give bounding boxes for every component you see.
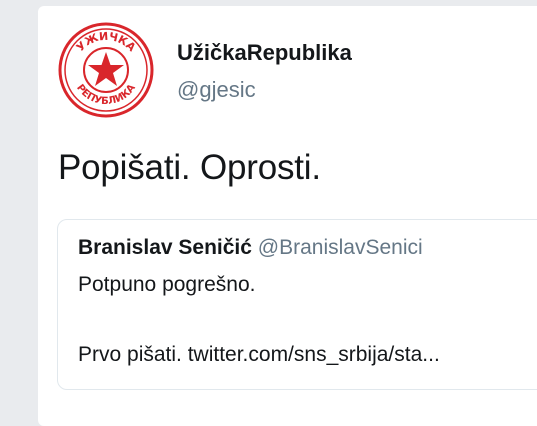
quoted-tweet-text-line2: Prvo pišati. twitter.com/sns_srbija/sta.… — [78, 343, 440, 366]
red-star-seal-icon: УЖИЧКА РЕПУБЛИКА — [58, 22, 154, 118]
tweet-text: Popišati. Oprosti. — [58, 148, 321, 187]
display-name[interactable]: UžičkaRepublika — [177, 40, 352, 66]
quoted-tweet-text-line1: Potpuno pogrešno. — [78, 273, 256, 296]
quoted-author-name: Branislav Seničić — [78, 236, 252, 259]
user-handle[interactable]: @gjesic — [177, 77, 256, 103]
quoted-tweet-author[interactable]: Branislav Seničić @BranislavSenici — [78, 236, 423, 260]
avatar[interactable]: УЖИЧКА РЕПУБЛИКА — [56, 20, 156, 120]
quoted-author-handle: @BranislavSenici — [257, 236, 423, 259]
